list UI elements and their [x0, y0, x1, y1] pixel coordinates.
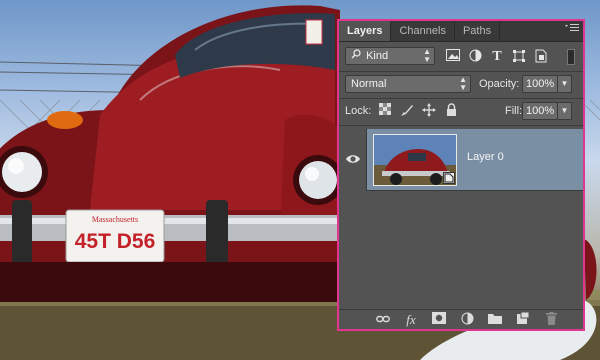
adjustment-layer-icon[interactable] — [467, 49, 483, 65]
layers-panel: Layers Channels Paths Kind ▲ ▼ T Normal … — [337, 19, 585, 331]
lock-image-pixels-icon[interactable] — [399, 103, 415, 119]
select-arrows-icon: ▲ ▼ — [459, 75, 467, 92]
filter-toggle-switch[interactable] — [567, 49, 575, 65]
divider — [339, 125, 583, 126]
eye-icon — [345, 153, 361, 165]
lock-row: Lock: Fill: 100% ▼ — [339, 100, 583, 122]
filter-kind-select[interactable]: Kind ▲ ▼ — [345, 47, 435, 65]
new-layer-icon[interactable] — [515, 311, 531, 328]
panel-footer: fx — [339, 309, 583, 329]
layer-row[interactable]: Layer 0 — [339, 129, 583, 191]
select-arrows-icon: ▲ ▼ — [423, 47, 431, 64]
blend-row: Normal ▲ ▼ Opacity: 100% ▼ — [339, 73, 583, 95]
fill-input[interactable]: 100% — [522, 102, 558, 120]
fill-dropdown-button[interactable]: ▼ — [558, 102, 572, 120]
shape-layer-icon[interactable] — [511, 49, 527, 65]
license-plate-number: 45T D56 — [75, 230, 156, 253]
adjustment-icon[interactable] — [459, 312, 475, 328]
add-mask-icon[interactable] — [431, 312, 447, 328]
fill-label: Fill: — [505, 105, 523, 117]
tab-paths[interactable]: Paths — [455, 21, 501, 41]
search-icon — [351, 48, 363, 64]
lock-all-icon[interactable] — [443, 103, 459, 119]
lock-label: Lock: — [345, 105, 372, 117]
pixel-layer-icon[interactable] — [445, 49, 461, 65]
layers-list: Layer 0 — [339, 129, 583, 315]
lock-position-icon[interactable] — [421, 103, 437, 119]
new-group-icon[interactable] — [487, 312, 503, 328]
blend-mode-select[interactable]: Normal ▲ ▼ — [345, 75, 471, 93]
panel-menu-icon[interactable] — [565, 23, 579, 39]
opacity-input[interactable]: 100% — [522, 75, 558, 93]
visibility-toggle[interactable] — [339, 129, 367, 191]
opacity-label: Opacity: — [479, 78, 520, 90]
delete-layer-icon[interactable] — [543, 312, 559, 328]
panel-tab-bar: Layers Channels Paths — [339, 21, 583, 42]
lock-transparent-pixels-icon[interactable] — [377, 103, 393, 119]
opacity-dropdown-button[interactable]: ▼ — [558, 75, 572, 93]
type-layer-icon[interactable]: T — [489, 49, 505, 65]
license-plate-state: Massachusetts — [92, 215, 138, 224]
blend-mode-value: Normal — [351, 78, 387, 90]
smart-object-badge-icon — [443, 172, 455, 184]
filter-kind-label: Kind — [366, 50, 389, 62]
layer-thumbnail — [373, 134, 457, 186]
link-layers-icon[interactable] — [375, 312, 391, 328]
divider — [339, 71, 583, 72]
divider — [339, 98, 583, 99]
tab-channels[interactable]: Channels — [391, 21, 455, 41]
layer-name[interactable]: Layer 0 — [467, 151, 504, 163]
filter-row: Kind ▲ ▼ T — [339, 46, 583, 68]
smart-object-icon[interactable] — [533, 49, 549, 65]
fx-icon[interactable]: fx — [403, 312, 419, 328]
tab-layers[interactable]: Layers — [339, 21, 392, 41]
